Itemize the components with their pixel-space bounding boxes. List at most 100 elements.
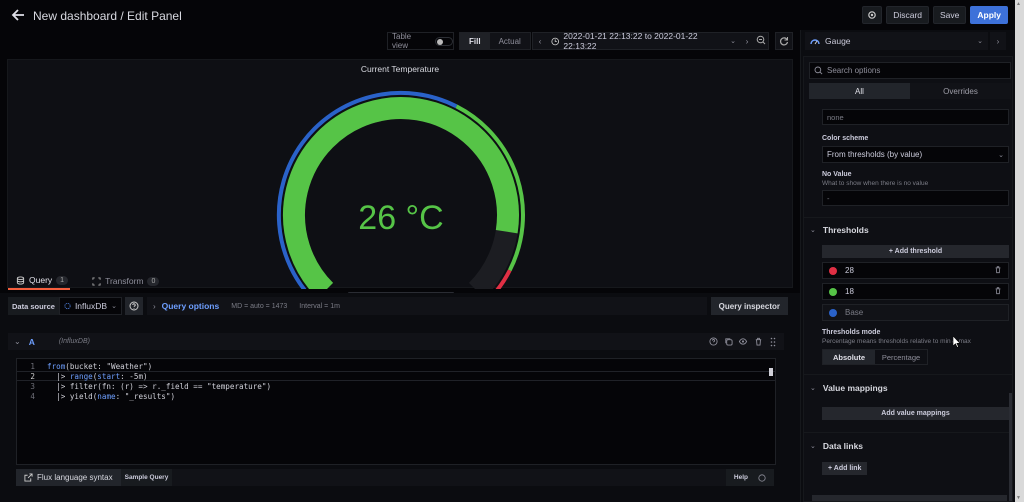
trash-icon [755, 337, 761, 346]
data-source-picker[interactable]: InfluxDB ⌄ [58, 297, 122, 315]
code-text: |> range(start: -5m) [47, 371, 148, 381]
tab-query-count: 1 [56, 275, 69, 285]
add-threshold-button[interactable]: + Add threshold [822, 245, 1009, 258]
actual-option[interactable]: Actual [490, 33, 530, 49]
code-line-current: 2 |> range(start: -5m) [17, 371, 775, 381]
toggle-switch[interactable] [435, 36, 453, 46]
value-mappings-title: Value mappings [822, 383, 888, 393]
data-links-section-toggle[interactable]: ⌄ Data links [810, 441, 863, 451]
code-line: 3 |> filter(fn: (r) => r._field == "temp… [17, 381, 775, 391]
add-link-button[interactable]: + Add link [822, 462, 868, 475]
tab-overrides[interactable]: Overrides [910, 83, 1011, 99]
help-button[interactable]: Help [725, 469, 774, 486]
refresh-icon [779, 37, 789, 46]
editor-scroll-indicator [769, 368, 773, 376]
time-range-button[interactable]: 2022-01-21 22:13:22 to 2022-01-22 22:13:… [547, 31, 740, 51]
drag-dots-icon [770, 337, 776, 346]
trash-icon[interactable] [994, 286, 1002, 297]
tab-transform[interactable]: Transform 0 [84, 272, 161, 290]
threshold-value[interactable]: 18 [845, 287, 854, 296]
query-inspector-button[interactable]: Query inspector [710, 297, 788, 315]
code-text: from(bucket: "Weather") [47, 361, 153, 371]
threshold-color-picker[interactable] [829, 287, 837, 296]
refresh-button[interactable] [775, 32, 793, 50]
collapse-icon[interactable]: ⌄ [14, 337, 21, 346]
thresholds-title: Thresholds [822, 225, 869, 235]
chevron-down-icon: ⌄ [998, 151, 1004, 159]
options-scrollbar[interactable] [1009, 393, 1012, 501]
trash-icon[interactable] [994, 265, 1002, 276]
threshold-color-picker[interactable] [829, 308, 837, 317]
visualization-name: Gauge [825, 36, 851, 46]
data-source-name: InfluxDB [74, 301, 108, 311]
threshold-row-base: Base [822, 304, 1009, 321]
chevron-down-icon: ⌄ [810, 385, 816, 392]
fill-option[interactable]: Fill [460, 33, 490, 49]
time-back-button[interactable]: ‹ [533, 36, 547, 46]
window-scrollbar[interactable]: ▲ ▼ [1015, 0, 1024, 502]
drag-handle[interactable] [768, 337, 778, 347]
collapse-options-button[interactable]: › [990, 32, 1006, 50]
mode-percentage[interactable]: Percentage [875, 350, 927, 364]
no-value-input[interactable]: - [822, 190, 1009, 206]
thresholds-mode-label: Thresholds mode [822, 329, 881, 336]
color-scheme-select[interactable]: From thresholds (by value) ⌄ [822, 146, 1009, 163]
influxdb-icon [64, 302, 71, 310]
query-help-button[interactable] [708, 337, 718, 347]
query-editor-area: Data source InfluxDB ⌄ › Query options M… [0, 293, 800, 502]
search-options-input[interactable] [827, 66, 997, 75]
mode-absolute[interactable]: Absolute [823, 350, 875, 364]
gauge-value-text: 26 °C [358, 199, 443, 237]
line-number: 1 [30, 361, 35, 371]
help-circle-icon [758, 473, 766, 482]
threshold-row: 18 [822, 283, 1009, 300]
threshold-color-picker[interactable] [829, 266, 837, 275]
code-text: |> yield(name: "_results") [47, 391, 176, 401]
query-options-bar[interactable]: › Query options MD = auto = 1473 Interva… [146, 297, 707, 315]
query-datasource-name: (InfluxDB) [58, 338, 90, 345]
color-scheme-value: From thresholds (by value) [827, 150, 923, 159]
query-options-toggle[interactable]: Query options [162, 301, 220, 311]
flux-syntax-link[interactable]: Flux language syntax [16, 469, 121, 486]
thresholds-section-toggle[interactable]: ⌄ Thresholds [810, 225, 869, 235]
table-view-toggle[interactable]: Table view [387, 32, 454, 50]
value-mappings-section-toggle[interactable]: ⌄ Value mappings [810, 383, 888, 393]
flux-code-editor[interactable]: 1 from(bucket: "Weather") 2 |> range(sta… [16, 358, 776, 465]
zoom-out-button[interactable] [754, 35, 768, 47]
search-icon [814, 66, 823, 75]
options-list: All Overrides none Color scheme From thr… [803, 56, 1013, 502]
visualization-picker[interactable]: Gauge ⌄ [805, 32, 988, 50]
duplicate-query-button[interactable] [723, 337, 733, 347]
header-actions: Discard Save Apply [862, 6, 1008, 24]
search-options [809, 62, 1011, 79]
tab-query[interactable]: Query 1 [8, 272, 71, 290]
external-link-icon [24, 473, 33, 482]
query-ref-id[interactable]: A [29, 337, 35, 347]
time-forward-button[interactable]: › [740, 36, 754, 46]
line-number: 3 [30, 381, 35, 391]
panel-settings-button[interactable] [862, 6, 883, 24]
toggle-visibility-button[interactable] [738, 337, 748, 347]
no-value-label: No Value [822, 171, 852, 178]
unit-input[interactable]: none [822, 109, 1009, 125]
discard-button[interactable]: Discard [886, 6, 929, 24]
transform-icon [92, 276, 101, 286]
code-line: 4 |> yield(name: "_results") [17, 391, 775, 401]
interval: Interval = 1m [299, 302, 340, 310]
tab-all[interactable]: All [809, 83, 910, 99]
tab-transform-label: Transform [105, 276, 144, 286]
save-button[interactable]: Save [933, 6, 967, 24]
data-source-help-button[interactable] [124, 297, 143, 315]
delete-query-button[interactable] [753, 337, 763, 347]
page-title: New dashboard / Edit Panel [33, 9, 182, 23]
line-number: 2 [30, 371, 35, 381]
add-value-mappings-button[interactable]: Add value mappings [822, 407, 1009, 420]
scroll-up-icon[interactable]: ▲ [1016, 1, 1021, 7]
threshold-value[interactable]: 28 [845, 266, 854, 275]
scroll-down-icon[interactable]: ▼ [1016, 495, 1021, 501]
panel-preview: Current Temperature 26 °C [7, 59, 793, 289]
sample-query-button[interactable]: Sample Query [120, 469, 173, 486]
options-pane: Gauge ⌄ › All Overrides none Color schem… [800, 30, 1015, 502]
apply-button[interactable]: Apply [970, 6, 1008, 24]
back-button[interactable] [10, 7, 26, 23]
